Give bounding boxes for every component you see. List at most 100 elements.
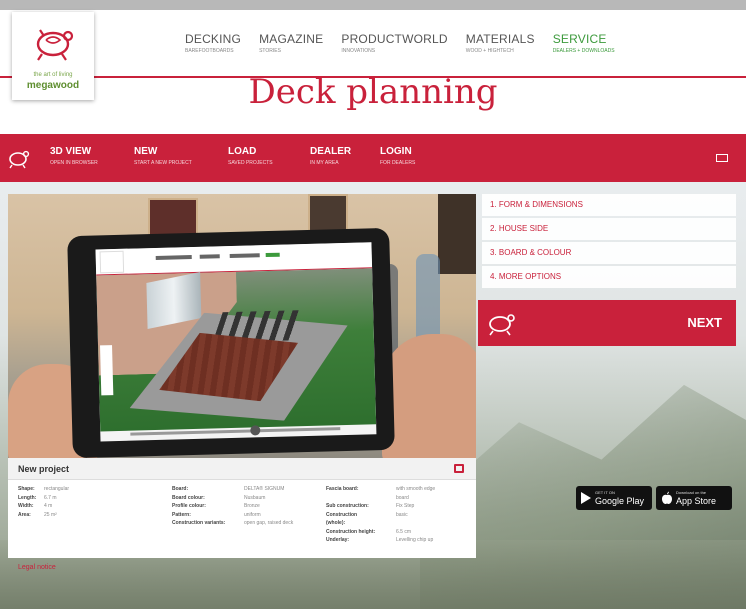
project-label: Board: bbox=[172, 486, 189, 492]
step-board-colour[interactable]: 3. BOARD & COLOUR bbox=[482, 242, 736, 264]
toolbar-sublabel: SAVED PROJECTS bbox=[228, 160, 273, 166]
nav-item-magazine[interactable]: MAGAZINE STORIES bbox=[259, 32, 323, 54]
nav-item-productworld[interactable]: PRODUCTWORLD INNOVATIONS bbox=[341, 32, 447, 54]
project-row: Pattern: uniform bbox=[172, 512, 293, 521]
project-summary-panel: New project Shape: rectangular Length: 6.7… bbox=[8, 458, 476, 558]
step-house-side[interactable]: 2. HOUSE SIDE bbox=[482, 218, 736, 240]
print-icon[interactable] bbox=[454, 464, 464, 473]
project-label: Construction variants: bbox=[172, 520, 226, 526]
project-value: open gap, raised deck bbox=[244, 520, 294, 526]
app-store-badge[interactable]: Download on the App Store bbox=[656, 486, 732, 510]
project-value: uniform bbox=[244, 511, 261, 518]
project-value: 4 m bbox=[44, 503, 53, 509]
page-title: Deck planning bbox=[248, 72, 498, 112]
planner-preview-photo bbox=[8, 194, 476, 458]
step-more-options[interactable]: 4. MORE OPTIONS bbox=[482, 266, 736, 288]
step-form-dimensions[interactable]: 1. FORM & DIMENSIONS bbox=[482, 194, 736, 216]
tablet-logo-icon bbox=[99, 250, 125, 274]
project-value: Nusbaum bbox=[244, 494, 266, 501]
project-title: New project bbox=[18, 464, 70, 474]
tablet-nav-item bbox=[199, 254, 220, 259]
apple-icon bbox=[662, 491, 672, 504]
project-value: rectangular bbox=[44, 486, 70, 492]
nav-item-service[interactable]: SERVICE DEALERS + DOWNLOADS bbox=[553, 32, 615, 54]
project-label: Width: bbox=[18, 503, 34, 509]
project-value: board bbox=[396, 494, 409, 501]
project-row: Construction variants: open gap, raised d… bbox=[172, 520, 293, 529]
project-row: Area: 25 m² bbox=[18, 512, 69, 521]
project-label: Shape: bbox=[18, 486, 35, 492]
project-value: 6.7 m bbox=[44, 494, 57, 501]
project-row: Width: 4 m bbox=[18, 503, 69, 512]
badge-small-text: GET IT ON bbox=[595, 490, 615, 495]
google-play-badge[interactable]: GET IT ON Google Play bbox=[576, 486, 652, 510]
project-label: Area: bbox=[18, 511, 31, 518]
toolbar-label: LOAD bbox=[228, 146, 257, 157]
project-label: Profile colour: bbox=[172, 503, 206, 509]
badge-big-text: App Store bbox=[676, 496, 717, 506]
language-flag-icon[interactable] bbox=[716, 154, 728, 162]
project-label bbox=[326, 495, 396, 504]
project-label: Construction bbox=[326, 511, 358, 518]
tablet-nav-item bbox=[155, 254, 192, 260]
project-value: DELTA® SIGNUM bbox=[244, 486, 285, 492]
project-col-dimensions: Shape: rectangular Length: 6.7 m Width: 4 m… bbox=[18, 486, 69, 520]
tablet-nav-item bbox=[229, 253, 260, 259]
main-nav: DECKING BAREFOOTBOARDS MAGAZINE STORIES … bbox=[185, 32, 615, 54]
photo-right-hand bbox=[382, 334, 476, 458]
project-row: (whole): bbox=[326, 520, 435, 529]
nav-item-materials[interactable]: MATERIALS WOOD + HIGHTECH bbox=[466, 32, 535, 54]
project-label: Sub construction: bbox=[326, 503, 369, 509]
project-row: Underlay: Levelling chip up bbox=[326, 537, 435, 546]
toolbar-label: DEALER bbox=[310, 146, 352, 157]
scene-tool-panel bbox=[100, 345, 114, 396]
badge-big-text: Google Play bbox=[595, 496, 645, 506]
project-value: basic bbox=[396, 511, 408, 518]
toolbar-sublabel: IN MY AREA bbox=[310, 160, 339, 166]
toolbar-dealer[interactable]: DEALER IN MY AREA bbox=[310, 146, 351, 166]
project-label: Fascia board: bbox=[326, 486, 359, 492]
toolbar-label: NEW bbox=[134, 146, 158, 157]
tablet-slider-knob bbox=[250, 425, 261, 436]
turtle-icon bbox=[9, 150, 30, 169]
nav-label: PRODUCTWORLD bbox=[341, 32, 448, 46]
planning-steps: 1. FORM & DIMENSIONS 2. HOUSE SIDE 3. BO… bbox=[482, 194, 736, 290]
nav-label: MAGAZINE bbox=[259, 32, 324, 46]
turtle-logo-icon bbox=[36, 29, 74, 61]
project-summary-header: New project bbox=[8, 458, 476, 480]
toolbar-sublabel: FOR DEALERS bbox=[380, 160, 416, 166]
project-col-construction: Fascia board: with smooth edge board Sub … bbox=[326, 486, 435, 546]
nav-label: DECKING bbox=[185, 32, 242, 46]
project-value: Levelling chip up bbox=[396, 537, 434, 543]
nav-item-decking[interactable]: DECKING BAREFOOTBOARDS bbox=[185, 32, 241, 54]
nav-label: MATERIALS bbox=[465, 32, 535, 46]
project-col-board: Board: DELTA® SIGNUM Board colour: Nusbaum… bbox=[172, 486, 293, 529]
toolbar-load[interactable]: LOAD SAVED PROJECTS bbox=[228, 146, 273, 166]
toolbar-new[interactable]: NEW START A NEW PROJECT bbox=[134, 146, 192, 166]
nav-sublabel: WOOD + HIGHTECH bbox=[465, 48, 514, 54]
nav-label: SERVICE bbox=[552, 32, 607, 46]
turtle-icon bbox=[489, 314, 515, 336]
project-row: Shape: rectangular bbox=[18, 486, 69, 495]
project-label: Board colour: bbox=[172, 494, 205, 501]
project-row: Construction height: 6.5 cm bbox=[326, 529, 435, 538]
tablet-screen bbox=[95, 242, 377, 442]
tablet-nav-item bbox=[265, 252, 280, 258]
legal-notice-link[interactable]: Legal notice bbox=[18, 564, 56, 571]
project-row: board bbox=[326, 495, 435, 504]
next-button[interactable]: NEXT bbox=[478, 300, 736, 346]
next-label: NEXT bbox=[687, 315, 722, 330]
project-row: Board: DELTA® SIGNUM bbox=[172, 486, 293, 495]
project-value: 25 m² bbox=[44, 511, 57, 518]
nav-sublabel: DEALERS + DOWNLOADS bbox=[552, 48, 615, 54]
toolbar-label: 3D VIEW bbox=[50, 146, 92, 157]
planner-toolbar: 3D VIEW OPEN IN BROWSER NEW START A NEW … bbox=[0, 134, 746, 182]
project-row: Construction basic bbox=[326, 512, 435, 521]
badge-small-text: Download on the bbox=[676, 490, 707, 495]
photo-doorway bbox=[438, 194, 476, 274]
toolbar-3d-view[interactable]: 3D VIEW OPEN IN BROWSER bbox=[50, 146, 98, 166]
toolbar-login[interactable]: LOGIN FOR DEALERS bbox=[380, 146, 415, 166]
nav-sublabel: BAREFOOTBOARDS bbox=[185, 48, 234, 54]
project-value: Fix Step bbox=[396, 503, 415, 509]
nav-sublabel: INNOVATIONS bbox=[341, 48, 376, 54]
